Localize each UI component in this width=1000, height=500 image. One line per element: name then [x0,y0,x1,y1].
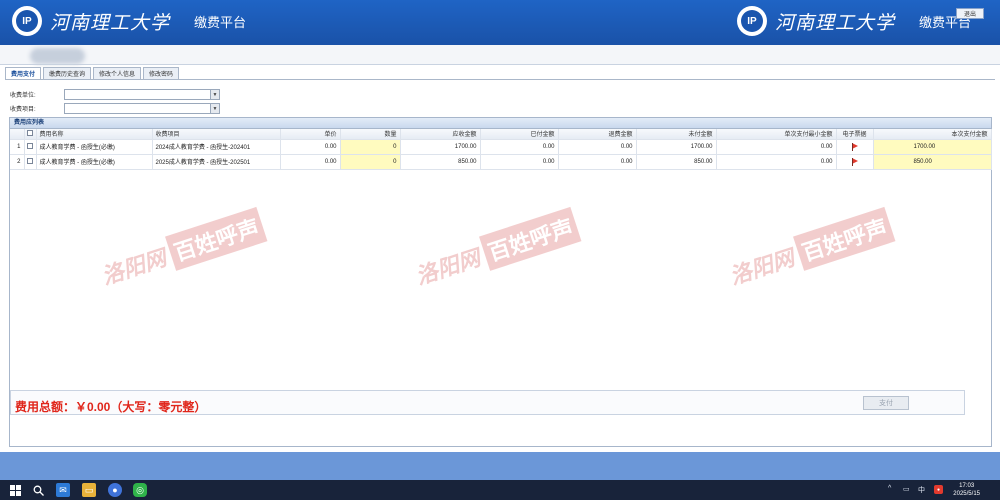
filter-item-row: 收费项目: ▼ [10,103,220,114]
flag-icon[interactable] [836,139,874,155]
header-logo-right: IP 河南理工大学 缴费平台 [737,6,971,36]
total-bar-inner: 费用总额：￥0.00（大写：零元整） 支付 [10,390,965,415]
cell-unit-price: 0.00 [280,139,341,155]
cell-unpaid: 1700.00 [636,139,717,155]
col-pay-now[interactable]: 本次支付金额 [873,129,992,140]
unit-select[interactable]: ▼ [64,89,220,100]
chevron-down-icon[interactable]: ▼ [210,90,219,99]
university-seal-icon: IP [737,6,767,36]
table-header-row: 费用名称 收费项目 单价 数量 应收金额 已付金额 退费金额 未付金额 单次支付… [10,129,992,140]
file-explorer-icon[interactable]: ▭ [82,483,96,497]
notification-icon[interactable]: ● [934,485,943,494]
tab-change-password[interactable]: 修改密码 [143,67,180,79]
windows-start-icon[interactable] [8,483,22,497]
tab-fee-payment[interactable]: 费用支付 [5,67,42,79]
panel-title: 费用应列表 [10,118,991,129]
cell-paid: 0.00 [480,139,559,155]
cell-quantity[interactable]: 0 [340,139,401,155]
select-all-checkbox[interactable] [24,129,37,140]
item-select[interactable]: ▼ [64,103,220,114]
table-row[interactable]: 2 成人教育学费 - 函授生(必缴) 2025成人教育学费 - 函授生-2025… [10,154,992,170]
network-icon[interactable]: ▭ [903,485,910,493]
row-index: 2 [10,154,25,170]
page-bottom-band [0,452,1000,480]
col-e-receipt[interactable]: 电子票据 [836,129,874,140]
cell-refund: 0.00 [558,139,637,155]
taskbar: ✉ ▭ ● ◎ ^ ▭ 中 ● 17:03 2025/5/15 [0,480,1000,500]
col-min-payment[interactable]: 单次支付最小金额 [716,129,837,140]
cell-charge-item: 2024成人教育学费 - 函授生-202401 [152,139,281,155]
search-icon[interactable] [31,483,45,497]
system-clock[interactable]: 17:03 2025/5/15 [953,482,980,498]
cell-fee-name: 成人教育学费 - 函授生(必缴) [36,154,153,170]
chevron-up-icon[interactable]: ^ [888,485,891,492]
filter-unit-row: 收费单位: ▼ [10,89,220,100]
platform-title: 缴费平台 [194,14,247,30]
wechat-icon[interactable]: ◎ [133,483,147,497]
tab-bar: 费用支付 缴费历史查询 修改个人信息 修改密码 [5,67,181,79]
unit-label: 收费单位: [10,93,36,99]
cell-min-payment: 0.00 [716,139,837,155]
clock-time: 17:03 [959,483,975,489]
tab-edit-profile[interactable]: 修改个人信息 [93,67,142,79]
cell-pay-now[interactable]: 1700.00 [873,139,992,155]
col-fee-name[interactable]: 费用名称 [36,129,153,140]
university-name: 河南理工大学 [50,11,171,34]
cell-pay-now[interactable]: 850.00 [873,154,992,170]
fee-grid-panel: 费用应列表 费用名称 收费项目 单价 数量 应收金额 已付金额 退费金额 未付金… [9,117,992,447]
cell-receivable: 1700.00 [400,139,481,155]
mail-app-icon[interactable]: ✉ [56,483,70,497]
ime-lang[interactable]: 中 [918,485,925,495]
browser-icon[interactable]: ● [108,483,122,497]
university-name: 河南理工大学 [775,11,896,34]
user-bar [0,45,1000,65]
col-receivable[interactable]: 应收金额 [400,129,481,140]
row-index: 1 [10,139,25,155]
cell-paid: 0.00 [480,154,559,170]
cell-unit-price: 0.00 [280,154,341,170]
row-checkbox[interactable] [24,139,37,155]
tab-payment-history[interactable]: 缴费历史查询 [43,67,92,79]
clock-date: 2025/5/15 [953,491,980,497]
cell-quantity[interactable]: 0 [340,154,401,170]
app-header: IP 河南理工大学 缴费平台 IP 河南理工大学 缴费平台 退出 [0,0,1000,45]
col-quantity[interactable]: 数量 [340,129,401,140]
cell-min-payment: 0.00 [716,154,837,170]
cell-unpaid: 850.00 [636,154,717,170]
pay-button[interactable]: 支付 [863,396,909,410]
col-refund[interactable]: 退费金额 [558,129,637,140]
col-unit-price[interactable]: 单价 [280,129,341,140]
cell-receivable: 850.00 [400,154,481,170]
col-index-header [10,129,25,140]
table-row[interactable]: 1 成人教育学费 - 函授生(必缴) 2024成人教育学费 - 函授生-2024… [10,139,992,155]
row-checkbox[interactable] [24,154,37,170]
exit-button[interactable]: 退出 [956,8,984,19]
blurred-user-name [30,48,85,64]
cell-fee-name: 成人教育学费 - 函授生(必缴) [36,139,153,155]
header-logo-left: IP 河南理工大学 缴费平台 [12,6,246,36]
col-unpaid[interactable]: 未付金额 [636,129,717,140]
tab-divider [5,79,995,80]
university-seal-icon: IP [12,6,42,36]
chevron-down-icon[interactable]: ▼ [210,104,219,113]
cell-refund: 0.00 [558,154,637,170]
item-label: 收费项目: [10,107,36,113]
total-amount: 费用总额：￥0.00（大写：零元整） [15,400,207,414]
col-charge-item[interactable]: 收费项目 [152,129,281,140]
fee-table: 费用名称 收费项目 单价 数量 应收金额 已付金额 退费金额 未付金额 单次支付… [10,129,992,170]
flag-icon[interactable] [836,154,874,170]
col-paid[interactable]: 已付金额 [480,129,559,140]
total-bar: 费用总额：￥0.00（大写：零元整） 支付 [10,390,991,446]
cell-charge-item: 2025成人教育学费 - 函授生-202501 [152,154,281,170]
